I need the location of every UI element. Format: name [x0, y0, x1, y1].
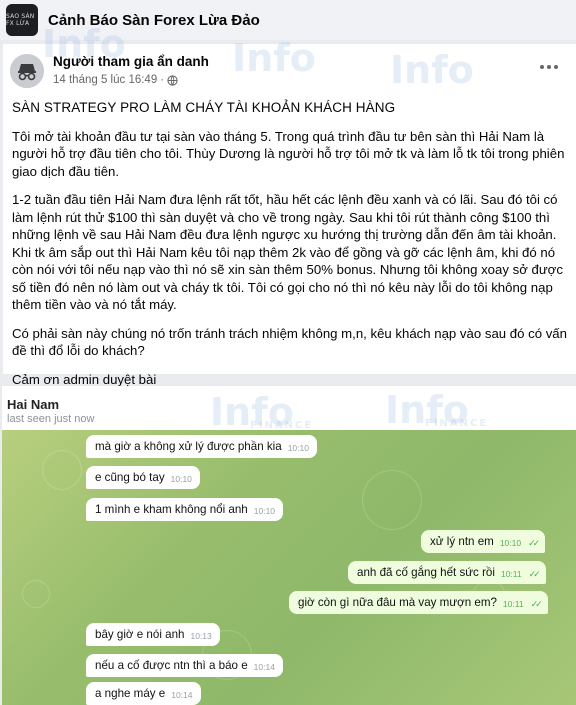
chat-contact-name[interactable]: Hai Nam	[7, 397, 59, 412]
message-time: 10:11	[502, 599, 524, 609]
post-card: Người tham gia ẩn danh 14 tháng 5 lúc 16…	[3, 44, 576, 387]
background-doodle	[362, 470, 422, 530]
chat-message[interactable]: anh đã cố gắng hết sức rồi 10:11 ✓✓	[348, 561, 546, 584]
meta-separator: ·	[160, 74, 165, 86]
post-title: SÀN STRATEGY PRO LÀM CHÁY TÀI KHOẢN KHÁC…	[12, 100, 396, 115]
message-time: 10:10	[253, 506, 276, 516]
message-text: giờ còn gì nữa đâu mà vay mượn em?	[298, 596, 497, 609]
chat-screenshot: Hai Nam last seen just now mà giờ a khôn…	[2, 386, 576, 705]
group-logo[interactable]: SAO SÀN FX LỪA	[6, 4, 38, 36]
message-text: 1 mình e kham không nổi anh	[95, 503, 248, 516]
post-body: SÀN STRATEGY PRO LÀM CHÁY TÀI KHOẢN KHÁC…	[12, 99, 572, 399]
message-time: 10:10	[499, 538, 522, 548]
post-paragraph-2: 1-2 tuần đầu tiên Hải Nam đưa lệnh rất t…	[12, 192, 563, 312]
message-text: nếu a cố được ntn thì a báo e	[95, 659, 248, 672]
message-time: 10:11	[500, 569, 522, 579]
post-meta: 14 tháng 5 lúc 16:49 ·	[53, 74, 178, 86]
group-header: SAO SÀN FX LỪA Cảnh Báo Sàn Forex Lừa Đả…	[0, 0, 576, 40]
chat-message[interactable]: e cũng bó tay 10:10	[86, 466, 200, 489]
post-paragraph-3: Có phải sàn này chúng nó trốn tránh trác…	[12, 325, 567, 359]
message-time: 10:14	[171, 690, 193, 700]
message-time: 10:10	[170, 474, 192, 484]
double-check-icon: ✓✓	[528, 569, 541, 579]
avatar-incognito-icon	[10, 54, 44, 88]
background-doodle	[22, 580, 50, 608]
message-time: 10:14	[253, 662, 275, 672]
chat-message[interactable]: mà giờ a không xử lý được phần kia 10:10	[86, 435, 317, 458]
post-paragraph-1: Tôi mở tài khoản đầu tư tại sàn vào thán…	[12, 128, 565, 179]
background-doodle	[42, 450, 82, 490]
more-options-icon[interactable]	[538, 56, 560, 78]
chat-contact-status: last seen just now	[7, 413, 95, 425]
message-text: bây giờ e nói anh	[95, 628, 185, 641]
message-text: a nghe máy e	[95, 687, 166, 700]
post-author[interactable]: Người tham gia ẩn danh	[53, 54, 209, 69]
chat-message[interactable]: bây giờ e nói anh 10:13	[86, 623, 220, 646]
message-text: e cũng bó tay	[95, 471, 165, 484]
post-timestamp[interactable]: 14 tháng 5 lúc 16:49	[53, 74, 157, 86]
message-time: 10:10	[287, 443, 309, 453]
chat-message[interactable]: giờ còn gì nữa đâu mà vay mượn em? 10:11…	[289, 591, 548, 614]
message-time: 10:13	[190, 631, 212, 641]
group-name[interactable]: Cảnh Báo Sàn Forex Lừa Đảo	[48, 12, 260, 29]
message-text: xử lý ntn em	[430, 535, 494, 548]
chat-header: Hai Nam last seen just now	[2, 386, 576, 430]
chat-message[interactable]: 1 mình e kham không nổi anh 10:10	[86, 498, 284, 521]
chat-message[interactable]: xử lý ntn em 10:10 ✓✓	[421, 530, 546, 553]
chat-messages: mà giờ a không xử lý được phần kia 10:10…	[2, 430, 576, 705]
chat-message[interactable]: nếu a cố được ntn thì a báo e 10:14	[86, 654, 283, 677]
double-check-icon: ✓✓	[528, 538, 540, 548]
post-header: Người tham gia ẩn danh 14 tháng 5 lúc 16…	[3, 44, 576, 94]
globe-icon	[167, 74, 178, 86]
chat-message[interactable]: a nghe máy e 10:14	[86, 682, 201, 705]
message-text: mà giờ a không xử lý được phần kia	[95, 440, 282, 453]
double-check-icon: ✓✓	[530, 599, 543, 609]
avatar[interactable]	[10, 54, 44, 88]
message-text: anh đã cố gắng hết sức rồi	[357, 566, 495, 579]
